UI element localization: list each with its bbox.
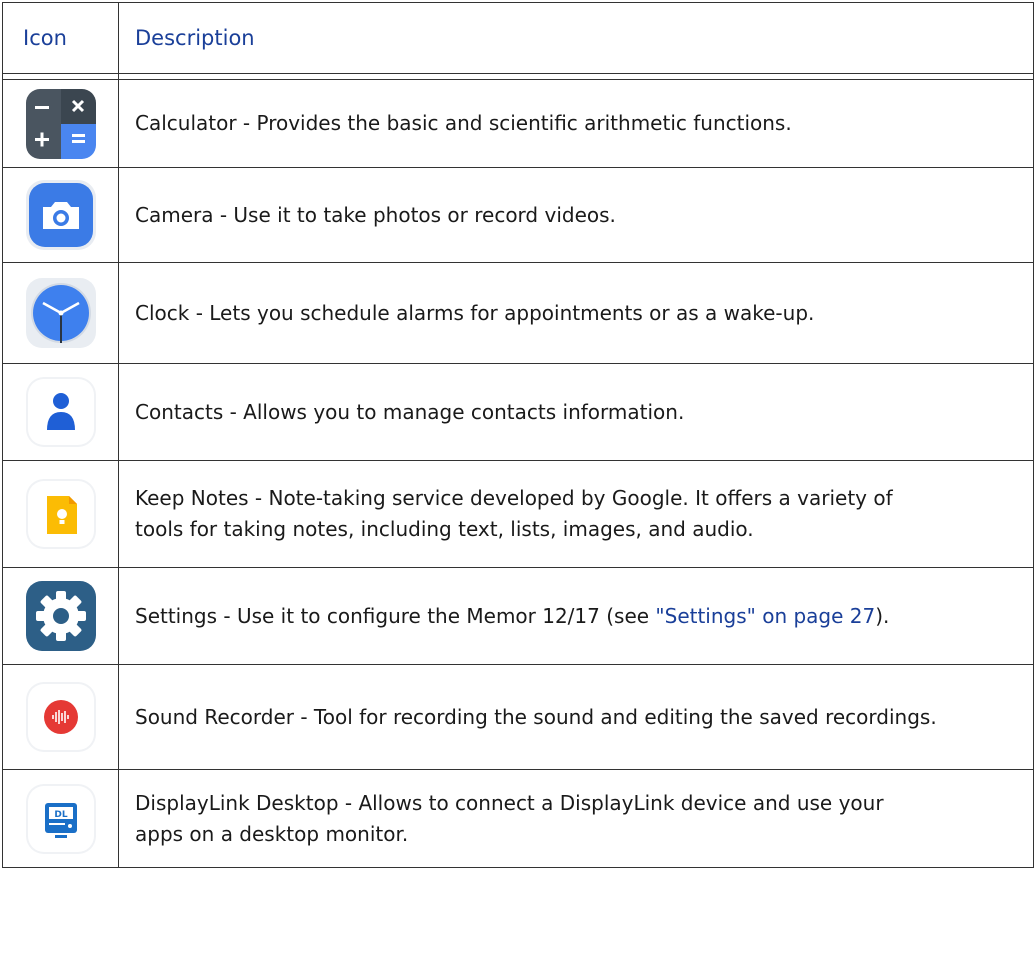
- row-description: DisplayLink Desktop - Allows to connect …: [118, 769, 1034, 868]
- row-description: Settings - Use it to configure the Memor…: [118, 567, 1034, 665]
- row-description: Keep Notes - Note-taking service develop…: [118, 460, 1034, 568]
- row-description: Sound Recorder - Tool for recording the …: [118, 664, 1034, 770]
- description-line-1: Keep Notes - Note-taking service develop…: [135, 486, 893, 510]
- table-row: Contacts - Allows you to manage contacts…: [2, 363, 1034, 461]
- sound-recorder-icon: [23, 679, 99, 755]
- description-line-1: DisplayLink Desktop - Allows to connect …: [135, 790, 884, 815]
- row-description: Contacts - Allows you to manage contacts…: [118, 363, 1034, 461]
- table-row: Settings - Use it to configure the Memor…: [2, 567, 1034, 665]
- header-icon: Icon: [2, 2, 119, 74]
- table-row: DL DisplayLink Desktop - Allows to conne…: [2, 769, 1034, 868]
- camera-icon: [23, 177, 99, 253]
- header-description: Description: [118, 2, 1034, 74]
- description-line-2: apps on a desktop monitor.: [135, 821, 409, 846]
- calculator-icon: [23, 86, 99, 162]
- table-header-row: Icon Description: [2, 2, 1034, 74]
- table-row: Keep Notes - Note-taking service develop…: [2, 460, 1034, 568]
- contacts-icon: [23, 374, 99, 450]
- displaylink-label: DL: [54, 810, 67, 820]
- keep-notes-icon: [23, 476, 99, 552]
- table-row: Sound Recorder - Tool for recording the …: [2, 664, 1034, 770]
- description-line-2: tools for taking notes, including text, …: [135, 517, 754, 541]
- row-description: Calculator - Provides the basic and scie…: [118, 79, 1034, 168]
- table-row: Camera - Use it to take photos or record…: [2, 167, 1034, 263]
- settings-page-link[interactable]: "Settings" on page 27: [655, 604, 875, 628]
- row-description: Camera - Use it to take photos or record…: [118, 167, 1034, 263]
- displaylink-desktop-icon: DL: [23, 781, 99, 857]
- settings-icon: [23, 578, 99, 654]
- apps-table: Icon Description Calculator - Provides t…: [2, 2, 1034, 868]
- clock-icon: [23, 275, 99, 351]
- table-row: Calculator - Provides the basic and scie…: [2, 79, 1034, 168]
- row-description: Clock - Lets you schedule alarms for app…: [118, 262, 1034, 364]
- table-row: Clock - Lets you schedule alarms for app…: [2, 262, 1034, 364]
